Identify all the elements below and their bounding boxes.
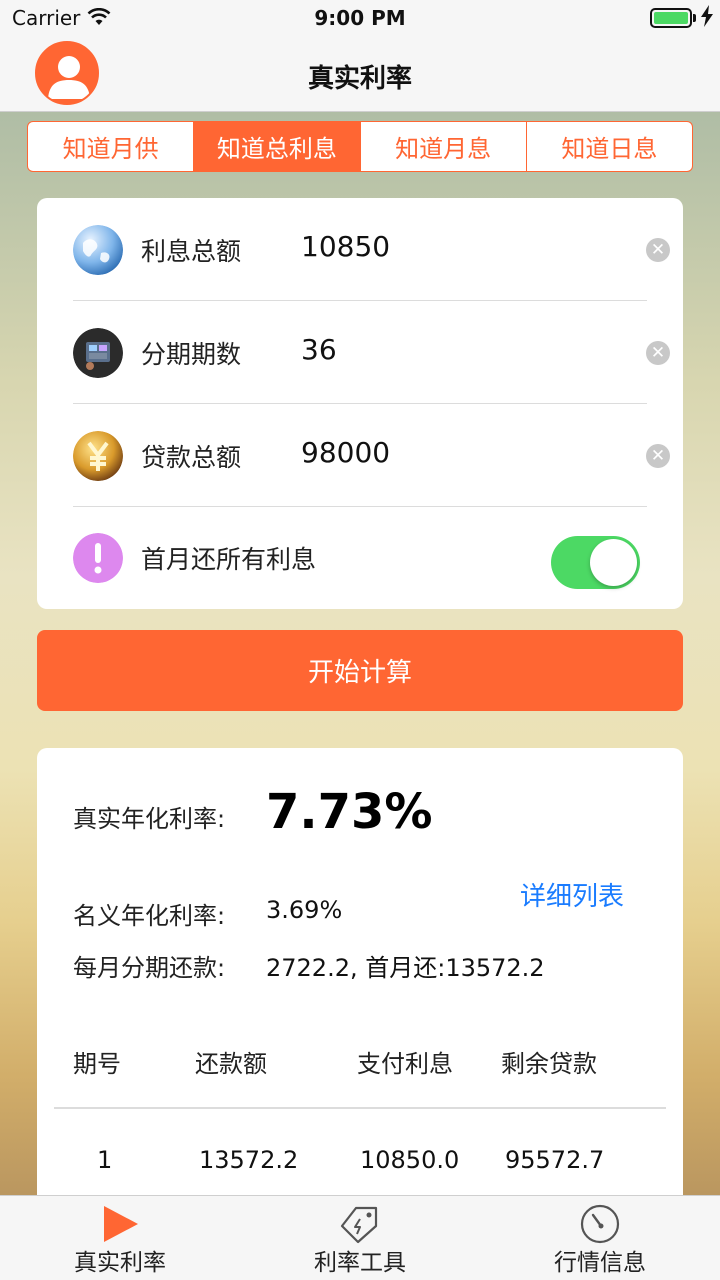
calc-mode-segmented-control: 知道月供 知道总利息 知道月息 知道日息 — [27, 121, 693, 172]
tab-real-rate-label: 真实利率 — [74, 1250, 166, 1276]
table-header-period: 期号 — [73, 1050, 121, 1078]
table-header-remaining: 剩余贷款 — [501, 1050, 597, 1078]
loan-amount-row: 贷款总额 98000 ✕ — [37, 404, 683, 507]
globe-icon — [73, 225, 123, 275]
nominal-rate-value: 3.69% — [266, 896, 343, 924]
exclamation-icon — [73, 533, 123, 583]
clear-icon[interactable]: ✕ — [646, 238, 670, 262]
clear-icon[interactable]: ✕ — [646, 444, 670, 468]
total-interest-label: 利息总额 — [141, 237, 242, 266]
clear-icon[interactable]: ✕ — [646, 341, 670, 365]
tab-bar: 真实利率 利率工具 行情信息 — [0, 1195, 720, 1280]
loan-amount-label: 贷款总额 — [141, 443, 242, 472]
loan-amount-input[interactable]: 98000 — [301, 436, 390, 469]
clock: 9:00 PM — [314, 6, 406, 30]
installments-row: 分期期数 36 ✕ — [37, 301, 683, 404]
real-rate-value: 7.73% — [266, 784, 433, 840]
start-calculation-button[interactable]: 开始计算 — [37, 630, 683, 711]
navigation-bar: 真实利率 — [0, 36, 720, 112]
battery-icon — [650, 8, 692, 28]
total-interest-input[interactable]: 10850 — [301, 230, 390, 263]
total-interest-row: 利息总额 10850 ✕ — [37, 198, 683, 301]
tab-real-rate[interactable]: 真实利率 — [0, 1196, 240, 1280]
real-rate-label: 真实年化利率: — [73, 805, 226, 833]
table-cell-period: 1 — [97, 1146, 113, 1174]
tab-rate-tools-label: 利率工具 — [314, 1250, 406, 1276]
table-header-payment: 还款额 — [195, 1050, 267, 1078]
gauge-icon — [578, 1204, 622, 1244]
table-cell-remaining: 95572.7 — [505, 1146, 605, 1174]
monthly-payment-value: 2722.2, 首月还:13572.2 — [266, 954, 545, 982]
first-month-interest-row: 首月还所有利息 — [37, 506, 683, 609]
toggle-knob — [590, 539, 637, 586]
status-bar: Carrier 9:00 PM — [0, 0, 720, 36]
segment-monthly-interest[interactable]: 知道月息 — [361, 122, 527, 171]
segment-monthly-payment[interactable]: 知道月供 — [28, 122, 195, 171]
first-month-interest-label: 首月还所有利息 — [141, 545, 317, 574]
charging-icon — [700, 5, 714, 32]
tab-market-info[interactable]: 行情信息 — [480, 1196, 720, 1280]
tab-market-info-label: 行情信息 — [554, 1250, 646, 1276]
first-month-interest-toggle[interactable] — [551, 536, 640, 589]
installments-input[interactable]: 36 — [301, 333, 337, 366]
monthly-payment-label: 每月分期还款: — [73, 954, 226, 982]
page-title: 真实利率 — [307, 64, 412, 94]
table-header-interest: 支付利息 — [357, 1050, 453, 1078]
input-card: 利息总额 10850 ✕ 分期期数 36 ✕ 贷款总额 98000 ✕ 首月还所… — [37, 198, 683, 609]
table-cell-interest: 10850.0 — [360, 1146, 460, 1174]
nominal-rate-label: 名义年化利率: — [73, 902, 226, 930]
battery-tip — [693, 14, 696, 22]
play-icon — [98, 1204, 142, 1244]
tag-tool-icon — [338, 1204, 382, 1244]
result-card: 真实年化利率: 7.73% 详细列表 名义年化利率: 3.69% 每月分期还款:… — [37, 748, 683, 1248]
phone-photo-icon — [73, 328, 123, 378]
yuan-coin-icon — [73, 431, 123, 481]
tab-rate-tools[interactable]: 利率工具 — [240, 1196, 480, 1280]
segment-daily-interest[interactable]: 知道日息 — [527, 122, 692, 171]
table-cell-payment: 13572.2 — [199, 1146, 299, 1174]
table-divider — [54, 1107, 666, 1109]
segment-total-interest[interactable]: 知道总利息 — [194, 122, 361, 171]
detail-list-link[interactable]: 详细列表 — [520, 876, 624, 913]
installments-label: 分期期数 — [141, 340, 242, 369]
